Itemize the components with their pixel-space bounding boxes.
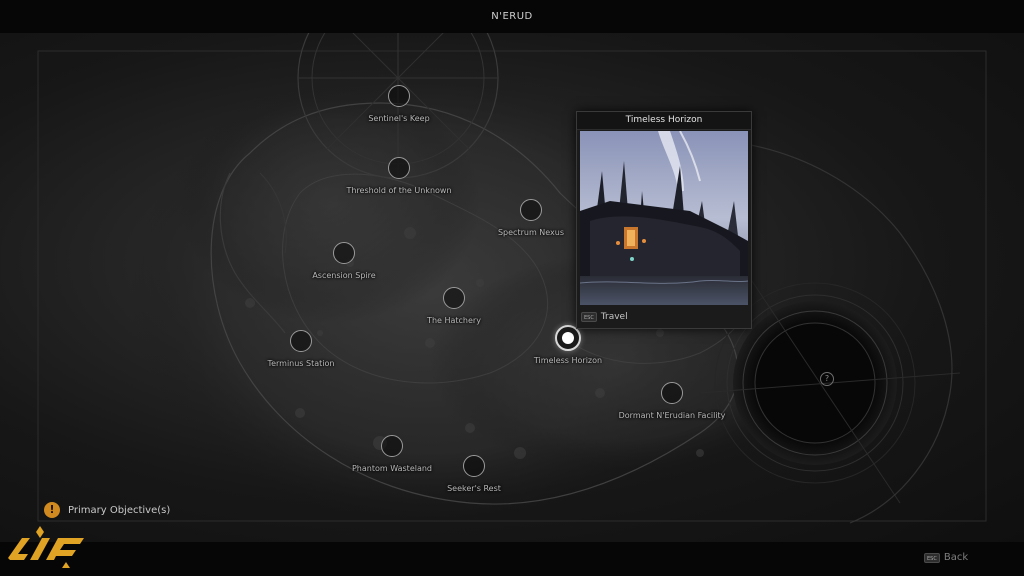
location-label: Ascension Spire [312,271,376,280]
location-label: Sentinel's Keep [368,114,430,123]
location-preview-image [580,131,748,305]
location-label: Seeker's Rest [447,484,501,493]
location-marker-spectrum-nexus[interactable] [520,199,542,221]
location-marker-ascension-spire[interactable] [333,242,355,264]
location-marker-threshold-of-the-unknown[interactable] [388,157,410,179]
world-map: Sentinel's Keep Threshold of the Unknown… [0,33,1024,542]
location-label: Threshold of the Unknown [346,186,452,195]
key-hint-badge: ESC [581,312,597,322]
location-label: Terminus Station [267,359,335,368]
location-marker-dormant-nerudian-facility[interactable] [661,382,683,404]
top-bar: N'ERUD [0,0,1024,33]
location-marker-seekers-rest[interactable] [463,455,485,477]
location-marker-sentinels-keep[interactable] [388,85,410,107]
unknown-location-icon[interactable]: ? [820,372,834,386]
location-marker-phantom-wasteland[interactable] [381,435,403,457]
location-label: The Hatchery [427,316,481,325]
location-label: Spectrum Nexus [497,228,565,237]
objective-legend: ! Primary Objective(s) [44,502,170,518]
exclamation-icon: ! [44,502,60,518]
travel-label: Travel [600,312,628,322]
map-terrain [37,33,987,524]
popup-title: Timeless Horizon [577,112,751,130]
location-marker-terminus-station[interactable] [290,330,312,352]
preview-scene [580,131,748,305]
back-label: Back [943,552,969,563]
location-marker-the-hatchery[interactable] [443,287,465,309]
location-label: Timeless Horizon [533,356,603,365]
back-button[interactable]: ESC Back [924,552,968,563]
location-popup: Timeless Horizon ESC Travel [576,111,752,329]
map-title: N'ERUD [491,11,533,22]
location-label: Dormant N'Erudian Facility [618,411,726,420]
travel-button[interactable]: ESC Travel [577,306,751,328]
objective-label: Primary Objective(s) [68,504,171,516]
site-logo-icon [8,526,84,568]
game-screen: N'ERUD Sentinel's Keep Threshold of the … [0,0,1024,576]
selected-dot-icon [562,332,574,344]
location-label: Phantom Wasteland [351,464,433,473]
bottom-bar [0,542,1024,576]
key-hint-badge: ESC [924,552,940,563]
